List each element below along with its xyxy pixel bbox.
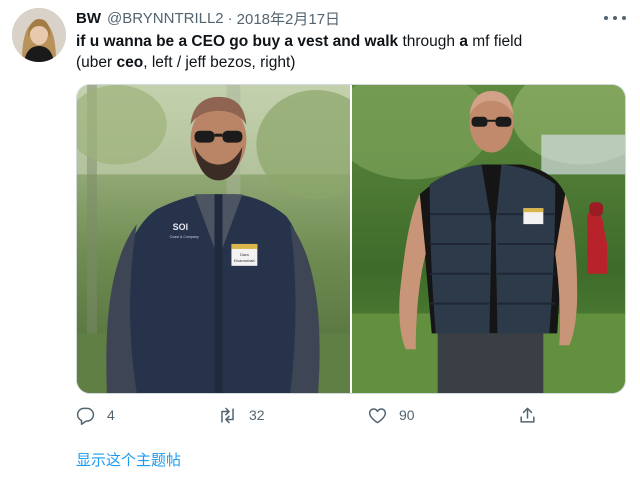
tweet-text-normal-1: through [398,33,460,50]
tweet-text-line-2: (uber ceo, left / jeff bezos, right) [76,52,626,73]
share-button[interactable] [518,400,537,430]
tweet-text-normal-2: mf field [467,33,523,50]
badge-line-2: Khosrowshahi [234,259,255,263]
share-icon [518,406,537,425]
photo-left[interactable]: Dara Khosrowshahi SOI Coast & Company [77,85,350,393]
timestamp[interactable]: 2018年2月17日 [237,8,340,29]
reply-count: 4 [107,407,115,423]
tweet-text-bold-2: a [459,33,468,50]
tweet-text: if u wanna be a CEO go buy a vest and wa… [76,31,626,73]
more-icon[interactable] [604,10,626,26]
reply-icon [76,406,95,425]
reply-button[interactable]: 4 [76,400,115,430]
like-button[interactable]: 90 [368,400,415,430]
vest-logo: SOI [173,222,188,232]
retweet-button[interactable]: 32 [218,400,265,430]
like-count: 90 [399,407,415,423]
tweet-actions: 4 32 90 [76,400,536,430]
tweet-header: BW @BRYNNTRILL2 · 2018年2月17日 [76,8,340,28]
separator-dot: · [227,9,233,27]
avatar[interactable] [12,8,66,62]
retweet-count: 32 [249,407,265,423]
badge-line-1: Dara [240,252,249,257]
show-thread-link[interactable]: 显示这个主题帖 [76,449,181,470]
tweet-text-bold-3: ceo [116,54,144,71]
tweet-text-normal-3: (uber [76,54,117,71]
tweet: BW @BRYNNTRILL2 · 2018年2月17日 if u wanna … [0,0,640,478]
tweet-text-bold-1: if u wanna be a CEO go buy a vest and wa… [76,33,399,50]
tweet-text-line-1: if u wanna be a CEO go buy a vest and wa… [76,31,626,52]
retweet-icon [218,406,237,425]
media-grid: Dara Khosrowshahi SOI Coast & Company [76,84,626,394]
vest-logo-sub: Coast & Company [170,235,199,239]
user-handle[interactable]: @BRYNNTRILL2 [107,10,224,27]
photo-right[interactable] [352,85,625,393]
like-icon [368,406,387,425]
display-name[interactable]: BW [76,10,101,27]
tweet-text-normal-4: , left / jeff bezos, right) [143,54,296,71]
